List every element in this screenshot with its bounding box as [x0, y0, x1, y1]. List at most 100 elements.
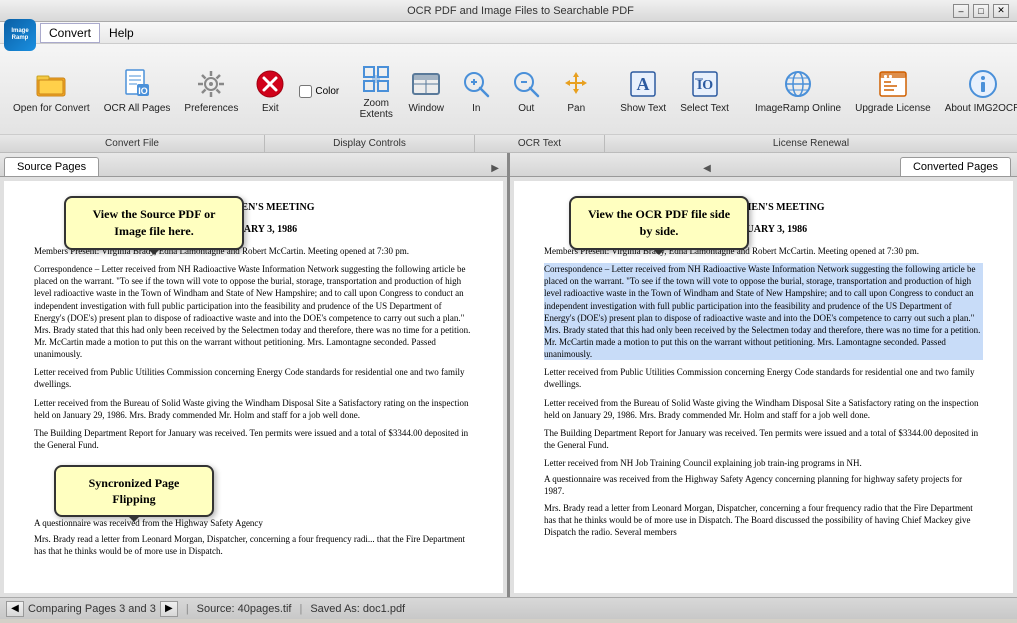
close-button[interactable]: ✕: [993, 4, 1009, 18]
ocr-all-pages-button[interactable]: IO OCR All Pages: [97, 63, 178, 119]
converted-pane-container: ◀ Converted Pages View the OCR PDF file …: [510, 153, 1017, 597]
show-text-label: Show Text: [620, 103, 666, 114]
converted-doc-text: Members Present: Virginia Brady, Edna La…: [544, 245, 983, 538]
imageramp-online-label: ImageRamp Online: [755, 103, 841, 114]
page-info-text: Comparing Pages 3 and 3: [28, 603, 156, 615]
show-text-icon: A: [627, 68, 659, 100]
source-tab-arrow[interactable]: ▶: [487, 161, 503, 176]
pan-label: Pan: [567, 103, 585, 114]
status-separator-2: |: [299, 603, 302, 615]
zoom-in-label: In: [472, 103, 480, 114]
minimize-button[interactable]: –: [953, 4, 969, 18]
select-text-label: Select Text: [680, 103, 729, 114]
converted-para-2: Letter received from Public Utilities Co…: [544, 366, 983, 390]
toolbar-group-display: ZoomExtents Window: [347, 58, 605, 125]
converted-tab-bar: ◀ Converted Pages: [510, 153, 1017, 177]
preferences-icon: [195, 68, 227, 100]
converted-pages-tab[interactable]: Converted Pages: [900, 157, 1011, 176]
convert-file-section-label: Convert File: [0, 135, 265, 152]
converted-para-3: Letter received from the Bureau of Solid…: [544, 397, 983, 421]
open-for-convert-label: Open for Convert: [13, 103, 90, 114]
source-doc-pane: View the Source PDF or Image file here. …: [0, 177, 507, 597]
maximize-button[interactable]: □: [973, 4, 989, 18]
toolbar-group-convert: Open for Convert IO OCR All Pages: [2, 63, 343, 119]
preferences-button[interactable]: Preferences: [177, 63, 245, 119]
converted-para-6: A questionnaire was received from the Hi…: [544, 473, 983, 497]
select-text-button[interactable]: IO Select Text: [673, 63, 736, 119]
upgrade-license-icon: [877, 68, 909, 100]
exit-label: Exit: [262, 103, 279, 114]
ocr-all-pages-label: OCR All Pages: [104, 103, 171, 114]
zoom-extents-icon: [360, 63, 392, 95]
imageramp-online-button[interactable]: ImageRamp Online: [748, 63, 848, 119]
menu-help[interactable]: Help: [100, 23, 143, 43]
about-img2ocr-label: About IMG2OCR: [945, 103, 1017, 114]
zoom-in-icon: [460, 68, 492, 100]
svg-text:IO: IO: [696, 78, 712, 93]
source-file-text: Source: 40pages.tif: [197, 603, 292, 615]
source-tab-bar: Source Pages ▶: [0, 153, 507, 177]
exit-button[interactable]: Exit: [245, 63, 295, 119]
svg-text:IO: IO: [138, 86, 148, 96]
source-sync-callout: Syncronized Page Flipping: [34, 457, 473, 517]
upgrade-license-label: Upgrade License: [855, 103, 931, 114]
title-bar: OCR PDF and Image Files to Searchable PD…: [0, 0, 1017, 22]
about-img2ocr-button[interactable]: About IMG2OCR: [938, 63, 1017, 119]
pan-icon: [560, 68, 592, 100]
converted-para-5: Letter received from NH Job Training Cou…: [544, 457, 983, 469]
svg-text:A: A: [637, 74, 650, 94]
menu-convert[interactable]: Convert: [40, 23, 100, 43]
converted-para-4: The Building Department Report for Janua…: [544, 427, 983, 451]
source-doc-text: Members Present: Virginia Brady, Edna La…: [34, 245, 473, 558]
display-controls-section-label: Display Controls: [265, 135, 475, 152]
converted-doc-pane: View the OCR PDF file side by side. SELE…: [510, 177, 1017, 597]
source-para-4: The Building Department Report for Janua…: [34, 427, 473, 451]
color-checkbox[interactable]: [299, 85, 312, 98]
section-labels: Convert File Display Controls OCR Text L…: [0, 134, 1017, 152]
show-text-button[interactable]: A Show Text: [613, 63, 673, 119]
source-para-2: Letter received from Public Utilities Co…: [34, 366, 473, 390]
ocr-text-section-label: OCR Text: [475, 135, 605, 152]
color-label: Color: [315, 86, 339, 97]
zoom-extents-button[interactable]: ZoomExtents: [351, 58, 401, 125]
next-page-button[interactable]: ▶: [160, 601, 178, 617]
window-title: OCR PDF and Image Files to Searchable PD…: [88, 5, 953, 17]
source-pane-container: Source Pages ▶ View the Source PDF or Im…: [0, 153, 507, 597]
window-controls: – □ ✕: [953, 4, 1009, 18]
window-label: Window: [408, 103, 444, 114]
zoom-out-label: Out: [518, 103, 534, 114]
exit-icon: [254, 68, 286, 100]
main-area: Source Pages ▶ View the Source PDF or Im…: [0, 153, 1017, 597]
open-for-convert-button[interactable]: Open for Convert: [6, 63, 97, 119]
zoom-in-button[interactable]: In: [451, 63, 501, 119]
toolbar-group-license: ImageRamp Online Upgrade License: [744, 63, 1017, 119]
source-pages-tab[interactable]: Source Pages: [4, 157, 99, 176]
source-para-3: Letter received from the Bureau of Solid…: [34, 397, 473, 421]
zoom-extents-label: ZoomExtents: [360, 98, 393, 120]
window-button[interactable]: Window: [401, 63, 451, 119]
app-logo: ImageRamp: [4, 19, 36, 51]
source-para-6: Mrs. Brady read a letter from Leonard Mo…: [34, 533, 473, 557]
ocr-pages-icon: IO: [121, 68, 153, 100]
color-checkbox-group: Color: [299, 85, 339, 98]
ocr-callout: View the OCR PDF file side by side.: [569, 196, 749, 250]
source-doc-inner: View the Source PDF or Image file here. …: [4, 181, 503, 593]
source-para-1: Correspondence – Letter received from NH…: [34, 263, 473, 360]
toolbar: Open for Convert IO OCR All Pages: [0, 44, 1017, 153]
zoom-out-button[interactable]: Out: [501, 63, 551, 119]
pan-button[interactable]: Pan: [551, 63, 601, 119]
source-callout: View the Source PDF or Image file here.: [64, 196, 244, 250]
license-renewal-section-label: License Renewal: [605, 135, 1017, 152]
prev-page-button[interactable]: ◀: [6, 601, 24, 617]
upgrade-license-button[interactable]: Upgrade License: [848, 63, 938, 119]
converted-para-1-highlighted: Correspondence – Letter received from NH…: [544, 263, 983, 360]
status-separator-1: |: [186, 603, 189, 615]
converted-tab-arrow-left[interactable]: ◀: [699, 161, 715, 176]
preferences-label: Preferences: [184, 103, 238, 114]
source-para-5: A questionnaire was received from the Hi…: [34, 517, 473, 529]
about-icon: [967, 68, 999, 100]
zoom-out-icon: [510, 68, 542, 100]
select-text-icon: IO: [689, 68, 721, 100]
status-bar: ◀ Comparing Pages 3 and 3 ▶ | Source: 40…: [0, 597, 1017, 619]
menu-bar: ImageRamp Convert Help: [0, 22, 1017, 44]
